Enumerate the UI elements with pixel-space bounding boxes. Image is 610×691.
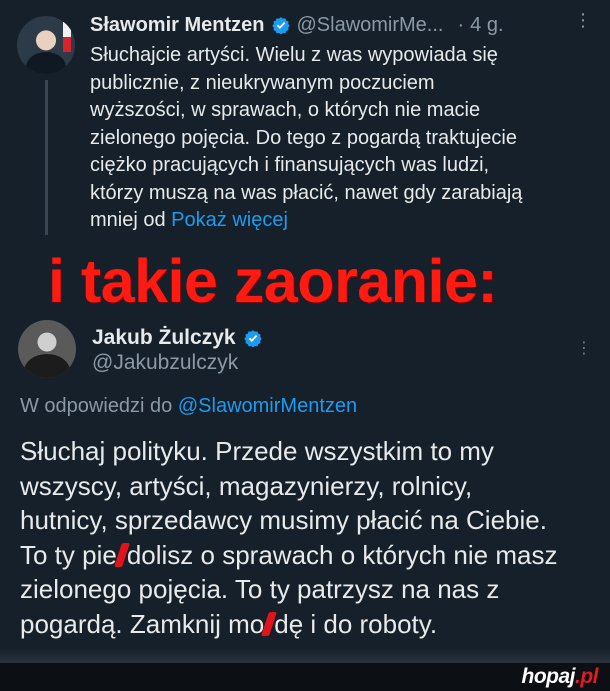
tweet-text: Słuchaj polityku. Przede wszystkim to my… bbox=[20, 434, 600, 641]
author-handle[interactable]: @Jakubzulczyk bbox=[92, 351, 238, 375]
avatar[interactable] bbox=[17, 16, 75, 74]
tweet-text-line: To ty pie dolisz o sprawach o których nie… bbox=[20, 538, 600, 573]
author-name[interactable]: Sławomir Mentzen bbox=[90, 14, 264, 37]
tweet-text-fragment: pogardą. Zamknij mo bbox=[20, 608, 265, 639]
show-more-link[interactable]: Pokaż więcej bbox=[171, 209, 288, 231]
tweet-text-line-last: mniej od Pokaż więcej bbox=[90, 207, 590, 235]
tweet-text-line: zielonego pojęcia. To ty patrzysz na nas… bbox=[20, 574, 500, 604]
verified-badge-icon bbox=[272, 17, 291, 34]
tweet-text-fragment: mniej od bbox=[90, 209, 166, 231]
verified-badge-icon bbox=[243, 330, 262, 347]
tweet-text-line: Słuchajcie artyści. Wielu z was wypowiad… bbox=[90, 44, 498, 66]
flag-icon bbox=[63, 22, 71, 52]
tweet-text-line: hutnicy, sprzedawcy musimy płacić na Cie… bbox=[20, 505, 547, 535]
tweet-text-line: publicznie, z nieukrywanym poczuciem bbox=[90, 71, 435, 94]
tweet-header: Sławomir Mentzen @SlawomirMe... · 4 g. bbox=[90, 10, 504, 40]
tweet-text-line: którzy muszą na was płacić, nawet gdy za… bbox=[90, 181, 523, 204]
reply-prefix: W odpowiedzi do bbox=[20, 395, 173, 417]
tweet-text-fragment: dolisz o sprawach o których nie masz bbox=[126, 539, 558, 570]
footer-fade bbox=[0, 648, 610, 663]
tweet-text-line: Słuchaj polityku. Przede wszystkim to my bbox=[20, 436, 494, 466]
author-name[interactable]: Jakub Żulczyk bbox=[92, 326, 236, 350]
tweet-text-fragment: dę i do roboty. bbox=[274, 608, 438, 639]
watermark-tld: .pl bbox=[575, 665, 599, 688]
site-watermark: hopaj.pl bbox=[522, 665, 599, 689]
tweet-text-fragment: To ty pie bbox=[20, 539, 117, 570]
tweet-text-line: wyższości, w sprawach, o których nie mac… bbox=[90, 99, 481, 121]
more-icon[interactable]: ⋮ bbox=[576, 340, 592, 359]
tweet-header: Jakub Żulczyk bbox=[92, 323, 268, 353]
mention-link[interactable]: @SlawomirMentzen bbox=[178, 395, 357, 417]
more-vertical-icon[interactable]: ⋮ bbox=[574, 12, 592, 33]
reply-context: W odpowiedzi do @SlawomirMentzen bbox=[20, 395, 357, 418]
tweet-text-line: ciężko pracujących i finansujących was l… bbox=[90, 154, 490, 176]
avatar[interactable] bbox=[18, 320, 76, 378]
author-handle[interactable]: @SlawomirMe... bbox=[296, 14, 443, 37]
watermark-name: hopaj bbox=[521, 665, 576, 688]
tweet-text-line: zielonego pojęcia. Do tego z pogardą tra… bbox=[90, 126, 517, 149]
thread-connector-line bbox=[45, 80, 48, 235]
watermark-bar: hopaj.pl bbox=[0, 663, 610, 691]
avatar-suit bbox=[26, 52, 66, 74]
tweet-text: Słuchajcie artyści. Wielu z was wypowiad… bbox=[90, 42, 590, 235]
tweet-mentzen[interactable]: Sławomir Mentzen @SlawomirMe... · 4 g. ⋮… bbox=[0, 0, 610, 250]
meme-caption: i takie zaoranie: bbox=[48, 247, 498, 315]
separator-dot: · bbox=[457, 13, 465, 36]
tweet-text-line: wszyscy, artyści, magazynierzy, rolnicy, bbox=[20, 470, 473, 501]
avatar-body bbox=[24, 354, 70, 378]
tweet-timestamp[interactable]: 4 g. bbox=[470, 14, 503, 37]
tweet-text-line: pogardą. Zamknij mo dę i do roboty. bbox=[20, 607, 600, 642]
screenshot-frame: Sławomir Mentzen @SlawomirMe... · 4 g. ⋮… bbox=[0, 0, 610, 663]
